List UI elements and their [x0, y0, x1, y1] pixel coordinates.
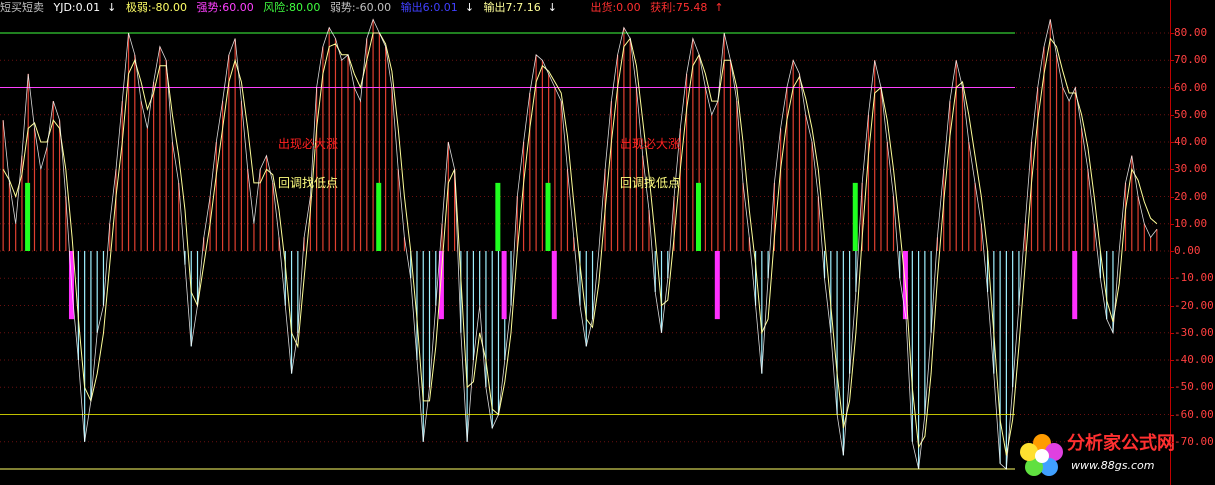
y-tick-mark [1170, 114, 1174, 116]
indicator-plot-area[interactable] [0, 0, 1170, 485]
shuchu7-value: 输出7:7.16 [483, 1, 541, 14]
arrow-down-icon: ↓ [107, 1, 117, 14]
buy-marker [25, 182, 31, 251]
annotation-pullback-1: 回调找低点 [278, 176, 339, 190]
y-tick-label: 60.00 [1174, 80, 1208, 94]
buy-marker [376, 182, 382, 251]
y-tick-mark [1170, 251, 1174, 252]
shuchu6-value: 输出6:0.01 [400, 1, 458, 14]
y-tick-label: 20.00 [1174, 189, 1208, 203]
flower-logo-icon [1020, 434, 1063, 476]
sell-marker [551, 251, 557, 320]
annotation-rise-2: 出现必大涨 [620, 137, 681, 151]
sell-marker [714, 251, 720, 320]
y-tick-mark [1170, 169, 1174, 171]
annotation-pullback-2: 回调找低点 [620, 176, 681, 190]
sell-marker [501, 251, 507, 320]
y-tick-mark [1170, 87, 1174, 89]
y-tick-mark [1170, 142, 1174, 143]
y-tick-label: -40.00 [1174, 353, 1214, 366]
y-tick-label: 50.00 [1174, 107, 1208, 121]
y-tick-mark [1170, 196, 1174, 198]
jiruo-value: 极弱:-80.00 [125, 1, 188, 14]
y-tick-label: -70.00 [1174, 434, 1214, 448]
y-tick-label: 70.00 [1174, 53, 1208, 67]
watermark-url: www.88gs.com [1071, 459, 1155, 472]
y-tick-label: 80.00 [1174, 26, 1208, 39]
sell-marker [438, 251, 444, 320]
y-tick-label: -60.00 [1174, 407, 1214, 421]
y-tick-mark [1170, 60, 1174, 62]
yjd-line [2, 18, 1158, 470]
arrow-down-icon: ↓ [547, 1, 557, 14]
y-tick-label: 30.00 [1174, 162, 1208, 176]
y-tick-mark [1170, 360, 1174, 361]
buy-marker [495, 182, 501, 251]
y-tick-label: 0.00 [1174, 244, 1201, 257]
y-tick-label: -20.00 [1174, 298, 1214, 312]
y-tick-mark [1170, 387, 1174, 389]
arrow-up-icon: ↑ [714, 1, 724, 14]
buy-marker [696, 182, 701, 251]
y-tick-mark [1170, 223, 1174, 225]
y-tick-label: 10.00 [1174, 216, 1208, 230]
ruoshi-value: 弱势:-60.00 [329, 1, 392, 14]
y-tick-mark [1170, 441, 1174, 443]
fengxian-value: 风险:80.00 [263, 1, 321, 14]
y-tick-mark [1170, 305, 1174, 307]
y-tick-mark [1170, 33, 1174, 34]
sell-marker [1072, 251, 1078, 320]
kdj-indicator-chart[interactable]: 短买短卖 YJD:0.01 ↓ 极弱:-80.00 强势:60.00 风险:80.… [0, 0, 1215, 485]
y-tick-label: -10.00 [1174, 271, 1214, 285]
y-tick-mark [1170, 414, 1174, 416]
signal-line [2, 32, 1158, 456]
yjd-value: YJD:0.01 [53, 1, 101, 14]
chuhuo-value: 出货:0.00 [590, 1, 641, 14]
qiangshi-value: 强势:60.00 [196, 1, 254, 14]
huoli-value: 获利:75.48 [650, 1, 708, 14]
y-tick-mark [1170, 332, 1174, 334]
y-tick-label: -30.00 [1174, 325, 1214, 339]
annotation-rise-1: 出现必大涨 [278, 137, 339, 151]
indicator-header: 短买短卖 YJD:0.01 ↓ 极弱:-80.00 强势:60.00 风险:80.… [0, 0, 1170, 16]
y-tick-mark [1170, 278, 1174, 280]
y-tick-label: -50.00 [1174, 380, 1214, 394]
y-tick-label: 40.00 [1174, 135, 1208, 148]
buy-marker [545, 182, 551, 251]
arrow-down-icon: ↓ [464, 1, 475, 14]
watermark-name: 分析家公式网 [1067, 433, 1175, 454]
buy-marker [852, 182, 858, 251]
indicator-title[interactable]: 短买短卖 [0, 1, 44, 14]
